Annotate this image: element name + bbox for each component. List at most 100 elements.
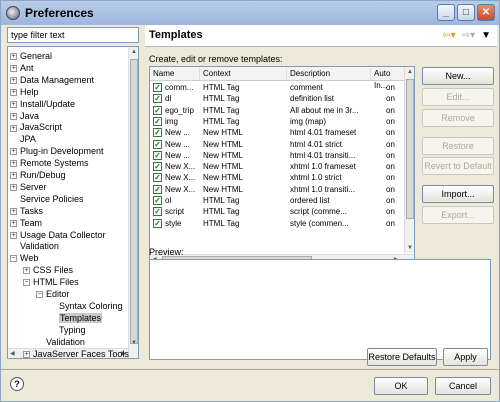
table-row[interactable]: ✓ New X... New HTML xhtml 1.0 frameset on xyxy=(150,161,406,172)
edit-button[interactable]: Edit... xyxy=(422,88,494,106)
view-menu-icon[interactable]: ▼ xyxy=(481,30,491,41)
tree-vertical-scrollbar[interactable]: ▲ ▼ xyxy=(128,47,138,358)
expand-icon[interactable]: + xyxy=(10,231,17,239)
enabled-checkbox[interactable]: ✓ xyxy=(153,94,162,104)
apply-button[interactable]: Apply xyxy=(443,348,488,366)
column-context[interactable]: Context xyxy=(200,68,287,80)
import-button[interactable]: Import... xyxy=(422,185,494,203)
tree-item[interactable]: + Run/Debug xyxy=(10,169,66,181)
column-description[interactable]: Description xyxy=(287,68,371,80)
expand-icon[interactable]: + xyxy=(10,184,17,192)
expand-icon[interactable]: + xyxy=(10,172,17,180)
scroll-up-arrow-icon[interactable]: ▲ xyxy=(131,49,137,55)
filter-input[interactable] xyxy=(7,27,139,43)
expand-icon[interactable]: + xyxy=(10,160,17,168)
column-auto-insert[interactable]: Auto In... xyxy=(371,68,406,90)
close-button[interactable]: ✕ xyxy=(477,4,495,21)
tree-item[interactable]: + Install/Update xyxy=(10,98,75,110)
help-icon[interactable]: ? xyxy=(10,377,24,391)
tree-item[interactable]: + Server xyxy=(10,181,47,193)
scroll-left-arrow-icon[interactable]: ◀ xyxy=(10,350,15,357)
table-row[interactable]: ✓ New ... New HTML html 4.01 strict on xyxy=(150,139,406,150)
tree-item[interactable]: − Editor xyxy=(36,288,70,300)
tree-item[interactable]: Service Policies xyxy=(10,193,84,205)
remove-button[interactable]: Remove xyxy=(422,109,494,127)
title-bar[interactable]: Preferences _ □ ✕ xyxy=(1,1,499,25)
panel-sash[interactable] xyxy=(141,27,144,367)
table-scroll-down-icon[interactable]: ▼ xyxy=(407,245,413,251)
expand-icon[interactable]: + xyxy=(23,267,30,275)
back-arrow-icon[interactable]: ⇦▾ xyxy=(442,30,455,41)
expand-icon[interactable]: + xyxy=(10,76,17,84)
enabled-checkbox[interactable]: ✓ xyxy=(153,128,162,138)
preview-area[interactable] xyxy=(149,259,491,360)
export-button[interactable]: Export... xyxy=(422,206,494,224)
tree-item[interactable]: + Java xyxy=(10,110,39,122)
expand-icon[interactable]: + xyxy=(10,65,17,73)
table-row[interactable]: ✓ New X... New HTML xhtml 1.0 strict on xyxy=(150,172,406,183)
enabled-checkbox[interactable]: ✓ xyxy=(153,116,162,126)
enabled-checkbox[interactable]: ✓ xyxy=(153,184,162,194)
tree-item[interactable]: + Tasks xyxy=(10,205,43,217)
tree-item[interactable]: Templates xyxy=(49,312,103,324)
table-row[interactable]: ✓ style HTML Tag style (commen... on xyxy=(150,218,406,229)
table-row[interactable]: ✓ img HTML Tag img (map) on xyxy=(150,116,406,127)
tree-item[interactable]: + Help xyxy=(10,86,39,98)
table-row[interactable]: ✓ script HTML Tag script (comme... on xyxy=(150,206,406,217)
tree-item[interactable]: Syntax Coloring xyxy=(49,300,123,312)
table-row[interactable]: ✓ New ... New HTML html 4.01 frameset on xyxy=(150,127,406,138)
table-row[interactable]: ✓ ol HTML Tag ordered list on xyxy=(150,195,406,206)
forward-arrow-icon[interactable]: ⇨▾ xyxy=(462,30,475,41)
new-button[interactable]: New... xyxy=(422,67,494,85)
tree-item[interactable]: + Data Management xyxy=(10,74,94,86)
expand-icon[interactable]: + xyxy=(10,124,17,132)
tree-item[interactable]: Validation xyxy=(36,336,85,348)
table-row[interactable]: ✓ ego_trip HTML Tag All about me in 3r... on xyxy=(150,105,406,116)
expand-icon[interactable]: + xyxy=(10,100,17,108)
table-row[interactable]: ✓ New ... New HTML html 4.01 transiti... on xyxy=(150,150,406,161)
tree-item[interactable]: + Ant xyxy=(10,62,34,74)
tree-item[interactable]: − HTML Files xyxy=(23,276,79,288)
restore-defaults-button[interactable]: Restore Defaults xyxy=(367,348,437,366)
tree-item[interactable]: + General xyxy=(10,50,52,62)
tree-item[interactable]: + Remote Systems xyxy=(10,157,89,169)
expand-icon[interactable]: + xyxy=(10,53,17,61)
table-row[interactable]: ✓ New X... New HTML xhtml 1.0 transiti... on xyxy=(150,184,406,195)
table-row[interactable]: ✓ dl HTML Tag definition list on xyxy=(150,93,406,104)
column-name[interactable]: Name xyxy=(150,68,200,80)
table-scroll-up-icon[interactable]: ▲ xyxy=(407,69,413,75)
enabled-checkbox[interactable]: ✓ xyxy=(153,173,162,183)
restore-removed-button[interactable]: Restore Removed xyxy=(422,137,494,167)
expand-icon[interactable]: + xyxy=(10,88,17,96)
collapse-icon[interactable]: − xyxy=(23,279,30,287)
expand-icon[interactable]: + xyxy=(10,112,17,120)
table-row[interactable]: ✓ comm... HTML Tag comment on xyxy=(150,82,406,93)
tree-scroll-thumb[interactable] xyxy=(130,59,138,344)
tree-item[interactable]: + Usage Data Collector xyxy=(10,229,106,241)
expand-icon[interactable]: + xyxy=(10,219,17,227)
scroll-down-arrow-icon[interactable]: ▼ xyxy=(131,340,137,346)
ok-button[interactable]: OK xyxy=(374,377,428,395)
collapse-icon[interactable]: − xyxy=(36,291,43,299)
enabled-checkbox[interactable]: ✓ xyxy=(153,207,162,217)
table-scroll-thumb[interactable] xyxy=(406,79,414,219)
tree-item[interactable]: + Plug-in Development xyxy=(10,145,104,157)
tree-item[interactable]: Typing xyxy=(49,324,86,336)
enabled-checkbox[interactable]: ✓ xyxy=(153,105,162,115)
enabled-checkbox[interactable]: ✓ xyxy=(153,196,162,205)
enabled-checkbox[interactable]: ✓ xyxy=(153,139,162,149)
expand-icon[interactable]: + xyxy=(10,207,17,215)
enabled-checkbox[interactable]: ✓ xyxy=(153,83,162,92)
cancel-button[interactable]: Cancel xyxy=(435,377,491,395)
expand-icon[interactable]: + xyxy=(10,148,17,156)
collapse-icon[interactable]: − xyxy=(10,255,17,263)
tree-item[interactable]: − Web xyxy=(10,252,38,264)
tree-item[interactable]: + CSS Files xyxy=(23,264,73,276)
enabled-checkbox[interactable]: ✓ xyxy=(153,162,162,172)
enabled-checkbox[interactable]: ✓ xyxy=(153,218,162,228)
enabled-checkbox[interactable]: ✓ xyxy=(153,150,162,160)
expand-icon[interactable]: + xyxy=(23,350,30,358)
tree-item[interactable]: + JavaServer Faces Tools xyxy=(23,348,129,358)
tree-item[interactable]: + Team xyxy=(10,217,42,229)
maximize-button[interactable]: □ xyxy=(457,4,475,21)
